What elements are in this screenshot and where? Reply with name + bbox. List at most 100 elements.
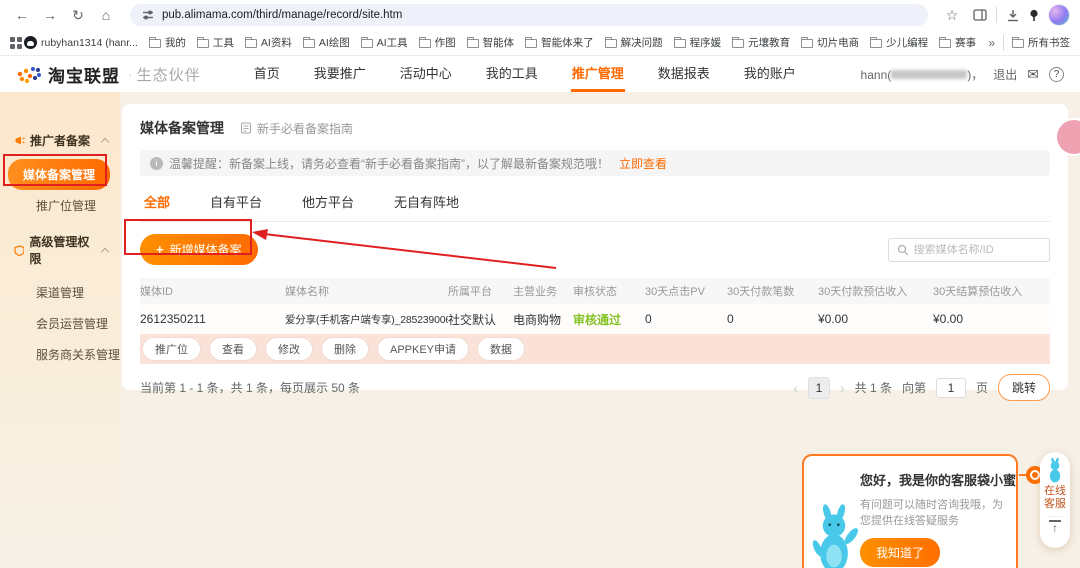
chat-body: 有问题可以随时咨询我哦，为您提供在线答疑服务 — [860, 499, 1003, 527]
bookmark-label: 少儿编程 — [886, 37, 929, 49]
main-card: 媒体备案管理 新手必看备案指南 i 温馨提醒：新备案上线，请务必查看“新手必看备… — [122, 104, 1068, 401]
folder-icon — [244, 37, 257, 48]
row-action-button[interactable]: APPKEY申请 — [377, 337, 470, 361]
mascot-mini-icon[interactable] — [1045, 457, 1065, 483]
add-media-record-button[interactable]: + 新增媒体备案 — [140, 234, 258, 265]
nav-item[interactable]: 数据报表 — [641, 56, 727, 92]
goto-suffix: 页 — [975, 381, 988, 395]
newbie-guide-link[interactable]: 新手必看备案指南 — [240, 120, 353, 137]
media-search-box[interactable] — [888, 237, 1050, 262]
nav-item[interactable]: 活动中心 — [383, 56, 469, 92]
tab[interactable]: 他方平台 — [302, 192, 354, 211]
tab[interactable]: 自有平台 — [210, 192, 262, 211]
row-action-button[interactable]: 修改 — [265, 337, 313, 361]
bookmark-folder[interactable]: 元壤教育 — [732, 35, 790, 50]
logout-link[interactable]: 退出 — [993, 66, 1017, 83]
bookmark-folder[interactable]: AI绘图 — [302, 35, 350, 50]
bookmark-label: 元壤教育 — [748, 37, 791, 49]
sidebar-item[interactable]: 渠道管理 — [0, 277, 120, 308]
folder-icon — [673, 37, 686, 48]
pin-extension-icon[interactable] — [1029, 9, 1039, 22]
row-action-button[interactable]: 数据 — [477, 337, 526, 361]
bookmark-github[interactable]: rubyhan1314 (hanr... — [24, 36, 138, 49]
row-actions: 推广位 查看 修改 删除 APPKEY申请 数据 — [140, 334, 1050, 364]
column-header: 主营业务 — [513, 286, 557, 298]
sidebar-item[interactable]: 会员运营管理 — [0, 308, 120, 339]
tab[interactable]: 无自有阵地 — [394, 192, 459, 211]
bookmark-label: 程序媛 — [689, 37, 722, 49]
sidebar-group-promoter-record[interactable]: 推广者备案 — [0, 132, 120, 159]
bookmark-label: 智能体 — [482, 37, 515, 49]
forward-icon[interactable]: → — [38, 7, 62, 23]
address-bar[interactable]: pub.alimama.com/third/manage/record/site… — [130, 4, 928, 26]
all-bookmarks-label: 所有书签 — [1028, 37, 1070, 49]
sidebar-item[interactable]: 推广位管理 — [0, 190, 120, 221]
folder-icon — [870, 37, 883, 48]
bookmark-label: 智能体来了 — [541, 37, 594, 49]
account-blur — [891, 69, 968, 79]
bookmark-folder[interactable]: 作图 — [418, 35, 456, 50]
nav-item[interactable]: 我要推广 — [297, 56, 383, 92]
nav-item[interactable]: 首页 — [237, 56, 297, 92]
nav-item[interactable]: 我的工具 — [469, 56, 555, 92]
chevron-up-icon[interactable] — [100, 247, 110, 256]
page-title: 媒体备案管理 — [140, 120, 224, 136]
online-service-label[interactable]: 在线客服 — [1043, 485, 1067, 511]
chat-confirm-button[interactable]: 我知道了 — [860, 538, 941, 567]
nav-item[interactable]: 我的账户 — [727, 56, 813, 92]
sidebar-item[interactable]: 服务商关系管理 — [0, 339, 120, 370]
column-header: 审核状态 — [573, 286, 617, 298]
jump-button[interactable]: 跳转 — [997, 374, 1050, 401]
apps-grid-icon[interactable] — [10, 36, 22, 49]
folder-icon — [732, 37, 745, 48]
bookmark-folder[interactable]: AI工具 — [360, 35, 408, 50]
bookmarks-overflow-icon[interactable]: » — [988, 36, 995, 50]
mail-icon[interactable]: ✉ — [1027, 66, 1039, 83]
row-action-button[interactable]: 删除 — [321, 337, 369, 361]
folder-icon — [302, 37, 315, 48]
all-bookmarks[interactable]: 所有书签 — [1012, 35, 1070, 50]
browser-profile-avatar[interactable] — [1048, 4, 1070, 26]
cell-platform: 社交默认 — [448, 312, 497, 327]
help-icon[interactable]: ? — [1049, 66, 1064, 82]
reload-icon[interactable]: ↻ — [66, 7, 90, 24]
nav-item[interactable]: 推广管理 — [555, 56, 641, 92]
bookmark-folder[interactable]: 程序媛 — [673, 35, 722, 50]
bookmark-folder[interactable]: 解决问题 — [604, 35, 663, 50]
goto-page-input[interactable] — [935, 377, 966, 398]
back-to-top-icon[interactable]: ↑ — [1049, 520, 1061, 535]
brand-title[interactable]: 淘宝联盟 — [48, 62, 120, 87]
bookmark-folder[interactable]: 智能体 — [466, 35, 515, 50]
next-page-icon[interactable]: › — [840, 380, 845, 396]
back-icon[interactable]: ← — [10, 7, 34, 23]
prev-page-icon[interactable]: ‹ — [793, 380, 798, 396]
current-page-button[interactable]: 1 — [807, 376, 830, 399]
folder-icon — [801, 37, 814, 48]
row-action-button[interactable]: 查看 — [209, 337, 257, 361]
site-settings-icon[interactable] — [142, 9, 154, 21]
home-icon[interactable]: ⌂ — [94, 7, 118, 23]
bookmark-label: AI工具 — [376, 37, 408, 49]
side-panel-icon[interactable] — [973, 9, 987, 21]
sidebar-group-advanced-permission[interactable]: 高级管理权限 — [0, 221, 120, 277]
chevron-up-icon[interactable] — [100, 137, 110, 147]
bookmark-folder[interactable]: 少儿编程 — [870, 35, 928, 50]
info-icon: i — [150, 156, 163, 170]
bookmark-star-icon[interactable]: ☆ — [940, 7, 964, 24]
bookmark-folder[interactable]: 智能体来了 — [525, 35, 594, 50]
download-icon[interactable] — [1006, 9, 1020, 22]
bookmark-folder[interactable]: AI资料 — [244, 35, 292, 50]
bookmark-folder[interactable]: 赛事 — [939, 35, 976, 50]
bookmark-folder[interactable]: 切片电商 — [801, 35, 859, 50]
bookmark-folder[interactable]: 工具 — [196, 35, 234, 50]
sidebar-item[interactable]: 媒体备案管理 — [8, 159, 110, 190]
chat-title: 您好，我是你的客服袋小蜜 — [860, 473, 1017, 488]
sidebar-group-label: 推广者备案 — [30, 134, 91, 148]
account-name: hann()， — [860, 67, 984, 82]
media-search-input[interactable] — [913, 243, 1041, 256]
notice-view-link[interactable]: 立即查看 — [619, 155, 667, 172]
tab[interactable]: 全部 — [144, 192, 171, 221]
folder-icon — [604, 37, 617, 48]
row-action-button[interactable]: 推广位 — [142, 337, 201, 361]
bookmark-folder[interactable]: 我的 — [148, 35, 186, 50]
